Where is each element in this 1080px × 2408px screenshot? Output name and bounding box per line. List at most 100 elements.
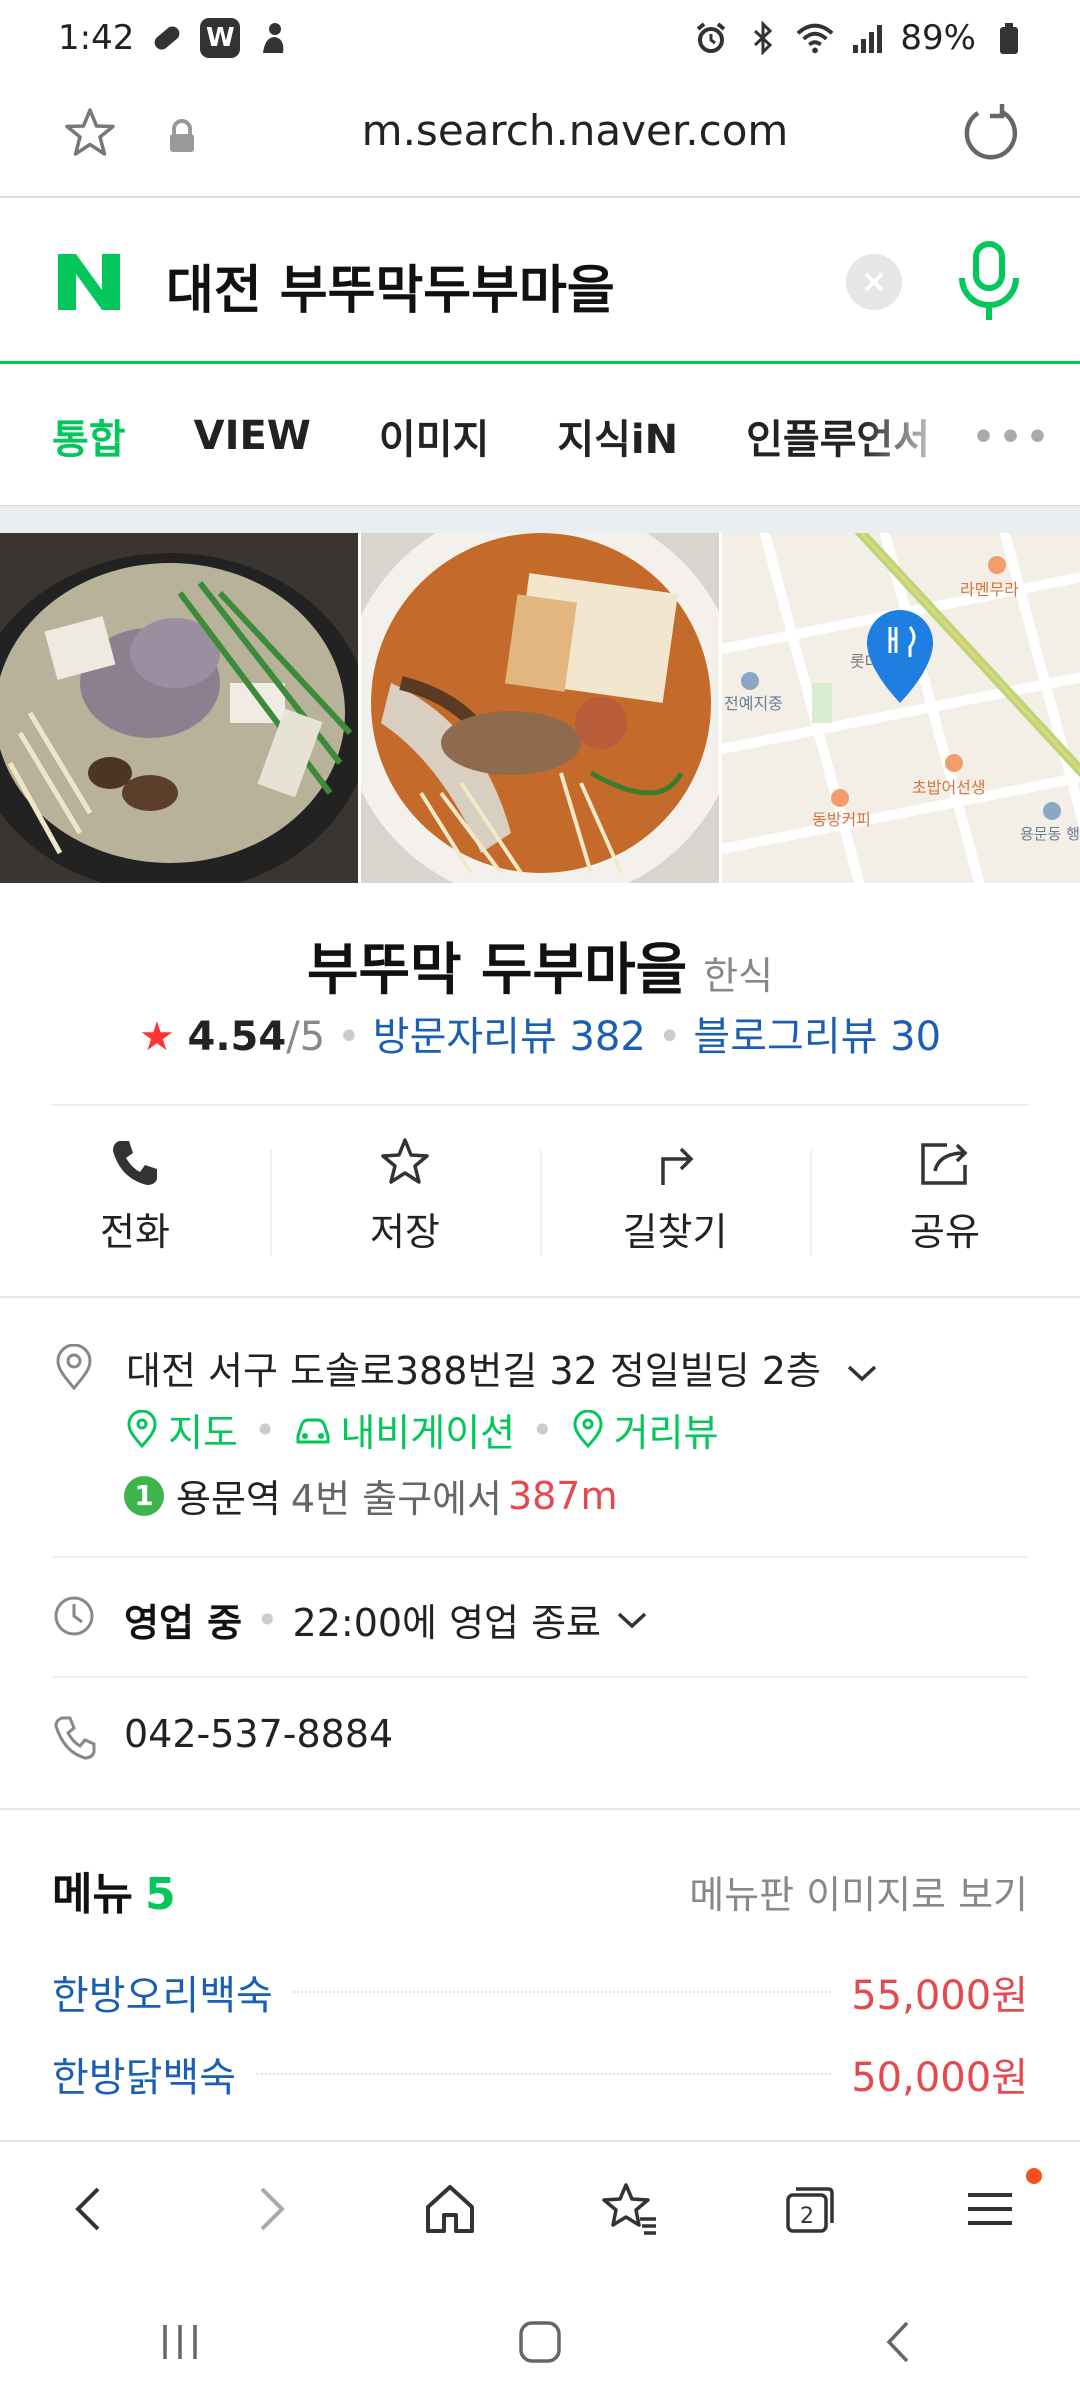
- map-label-dongbang: 동방커피: [812, 810, 871, 829]
- tabs-button[interactable]: 2: [720, 2142, 900, 2276]
- notification-dot: [1026, 2168, 1042, 2184]
- divider: [52, 1556, 1028, 1558]
- home-icon: [426, 2185, 474, 2233]
- save-button[interactable]: 저장: [270, 1120, 540, 1270]
- back-button[interactable]: [0, 2142, 180, 2276]
- reload-icon[interactable]: [958, 102, 1020, 164]
- home-system-button[interactable]: [360, 2276, 720, 2408]
- clock-icon: [54, 1596, 94, 1636]
- system-navigation: [0, 2276, 1080, 2408]
- menu-header: 메뉴 5 메뉴판 이미지로 보기: [52, 1858, 1028, 1922]
- back-system-button[interactable]: [720, 2276, 1080, 2408]
- map-link[interactable]: 지도: [168, 1402, 238, 1457]
- tabs-more-icon[interactable]: •••: [972, 417, 1053, 458]
- app-notification-icon: [254, 19, 292, 57]
- menu-title: 메뉴: [52, 1869, 133, 1920]
- rating-max: /5: [286, 1014, 326, 1060]
- hours-row[interactable]: 영업 중 • 22:00에 영업 종료: [124, 1592, 649, 1647]
- tab-integrated[interactable]: 통합: [52, 407, 126, 465]
- browser-toolbar: 2: [0, 2140, 1080, 2276]
- bookmark-list-icon: [602, 2183, 656, 2235]
- phone-icon: [113, 1140, 157, 1185]
- map-label-chobap: 초밥어선생: [912, 778, 986, 797]
- tab-images[interactable]: 이미지: [379, 407, 489, 465]
- directions-label: 길찾기: [622, 1209, 728, 1254]
- blog-reviews-link[interactable]: 블로그리뷰 30: [693, 1014, 941, 1060]
- share-button[interactable]: 공유: [810, 1120, 1080, 1270]
- battery-icon: [990, 19, 1028, 57]
- hamburger-menu-icon: [968, 2193, 1012, 2225]
- menu-item[interactable]: 한방오리백숙 55,000원: [52, 1962, 1028, 2022]
- visitor-reviews-link[interactable]: 방문자리뷰 382: [373, 1014, 646, 1060]
- voice-search-mic-icon[interactable]: [954, 240, 1024, 324]
- chevron-down-icon: [847, 1365, 877, 1382]
- divider: [52, 1676, 1028, 1678]
- hours-section[interactable]: 영업 중 • 22:00에 영업 종료: [52, 1592, 1028, 1645]
- place-photos: 라멘무라 롯데 전예지중 초밥어선생 동방커피 용문동 행정복지센: [0, 533, 1080, 883]
- status-bar: 1:42 W 89%: [0, 0, 1080, 76]
- menu-button[interactable]: [900, 2142, 1080, 2276]
- tab-view[interactable]: VIEW: [194, 413, 311, 459]
- menu-item[interactable]: 한방닭백숙 50,000원: [52, 2044, 1028, 2104]
- recent-apps-icon: [163, 2325, 197, 2359]
- lock-icon[interactable]: [166, 118, 198, 154]
- phone-number[interactable]: 042-537-8884: [124, 1712, 393, 1756]
- menu-item-price: 55,000원: [851, 1973, 1028, 2019]
- place-category: 한식: [703, 954, 774, 998]
- food-photo-1[interactable]: [0, 533, 358, 883]
- street-view-icon: [573, 1409, 603, 1448]
- search-input[interactable]: 대전 부뚜막두부마을: [166, 248, 615, 323]
- bookmark-star-icon[interactable]: [60, 104, 120, 164]
- tab-knowledge-in[interactable]: 지식iN: [557, 407, 678, 465]
- open-status: 영업 중: [124, 1601, 243, 1645]
- status-time: 1:42: [58, 18, 135, 58]
- place-actions: 전화 저장 길찾기 공유: [0, 1120, 1080, 1270]
- rating-score: 4.54: [187, 1014, 287, 1060]
- save-label: 저장: [370, 1209, 440, 1254]
- car-navigation-icon: [296, 1418, 330, 1443]
- menu-image-link[interactable]: 메뉴판 이미지로 보기: [689, 1864, 1028, 1919]
- navigation-link[interactable]: 내비게이션: [340, 1402, 515, 1457]
- star-icon: [381, 1137, 429, 1184]
- menu-item-name: 한방닭백숙: [52, 2055, 236, 2101]
- chevron-left-icon: [75, 2187, 100, 2231]
- address-bar: m.search.naver.com: [0, 76, 1080, 198]
- chevron-right-icon: [260, 2187, 285, 2231]
- place-title: 부뚜막 두부마을 한식: [0, 925, 1080, 1006]
- menu-item-partial: [0, 2124, 1080, 2140]
- address-row[interactable]: 대전 서구 도솔로388번길 32 정일빌딩 2층: [126, 1340, 879, 1395]
- menu-item-name: 한방오리백숙: [52, 1973, 273, 2019]
- wifi-icon: [796, 19, 834, 57]
- bluetooth-icon: [744, 19, 782, 57]
- directions-button[interactable]: 길찾기: [540, 1120, 810, 1270]
- signal-icon: [848, 19, 886, 57]
- directions-icon: [661, 1147, 694, 1185]
- street-view-link[interactable]: 거리뷰: [614, 1402, 719, 1457]
- map-label-ramen: 라멘무라: [960, 580, 1019, 599]
- share-label: 공유: [910, 1209, 980, 1254]
- call-button[interactable]: 전화: [0, 1120, 270, 1270]
- subway-line-badge: 1: [124, 1475, 164, 1516]
- map-pin-icon: [127, 1409, 157, 1448]
- address-section: 대전 서구 도솔로388번길 32 정일빌딩 2층 지도 • 내비게이션 • 거…: [52, 1340, 1028, 1521]
- address-text: 대전 서구 도솔로388번길 32 정일빌딩 2층: [126, 1349, 821, 1393]
- forward-button[interactable]: [180, 2142, 360, 2276]
- map-thumbnail[interactable]: 라멘무라 롯데 전예지중 초밥어선생 동방커피 용문동 행정복지센: [722, 533, 1080, 883]
- tabs-count-icon: 2: [786, 2187, 834, 2233]
- clear-search-button[interactable]: [846, 254, 902, 310]
- share-icon: [921, 1142, 968, 1185]
- naver-logo-icon[interactable]: [54, 250, 124, 314]
- food-photo-2[interactable]: [361, 533, 719, 883]
- station-distance: 387m: [507, 1473, 618, 1518]
- url-text[interactable]: m.search.naver.com: [240, 106, 910, 155]
- bookmarks-button[interactable]: [540, 2142, 720, 2276]
- place-name[interactable]: 부뚜막 두부마을: [307, 938, 687, 1003]
- menu-count: 5: [144, 1869, 176, 1920]
- search-tabs: 통합 VIEW 이미지 지식iN 인플루언서 •••: [0, 367, 1080, 505]
- phone-section[interactable]: 042-537-8884: [52, 1712, 1028, 1762]
- divider: [0, 1296, 1080, 1298]
- map-label-hall: 전예지중: [724, 694, 783, 713]
- home-button[interactable]: [360, 2142, 540, 2276]
- divider: [0, 1808, 1080, 1810]
- recent-apps-button[interactable]: [0, 2276, 360, 2408]
